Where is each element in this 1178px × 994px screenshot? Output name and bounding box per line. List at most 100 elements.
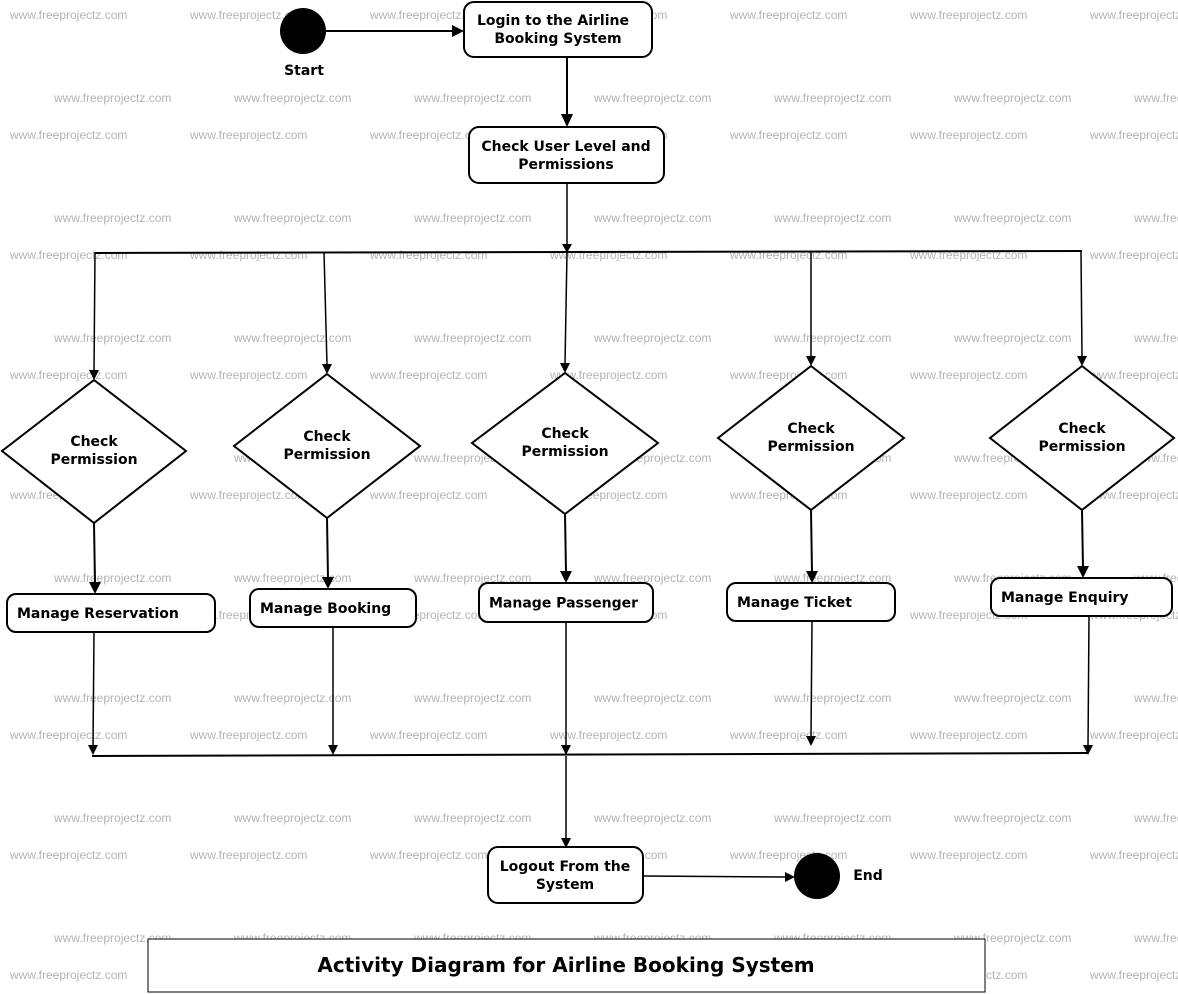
arrowhead <box>785 872 795 882</box>
decision-label-line2: Permission <box>521 444 608 460</box>
watermark-text: www.freeprojectz.com <box>593 691 711 705</box>
watermark-text: www.freeprojectz.com <box>909 848 1027 862</box>
edge-logout-end <box>643 875 787 878</box>
decision-label-line2: Permission <box>767 439 854 455</box>
watermark-text: www.freeprojectz.com <box>233 811 351 825</box>
activity-manage-enquiry: Manage Enquiry <box>990 577 1173 617</box>
watermark-text: www.freeprojectz.com <box>53 331 171 345</box>
diagram-title-box: Activity Diagram for Airline Booking Sys… <box>147 938 986 993</box>
watermark-text: www.freeprojectz.com <box>909 8 1027 22</box>
activity-logout-line1: Logout From the <box>500 859 631 875</box>
watermark-text: www.freeprojectz.com <box>773 331 891 345</box>
watermark-text: www.freeprojectz.com <box>53 91 171 105</box>
activity-label: Manage Passenger <box>489 596 638 612</box>
watermark-text: www.freeprojectz.com <box>1133 211 1178 225</box>
watermark-text: www.freeprojectz.com <box>773 91 891 105</box>
watermark-text: www.freeprojectz.com <box>1133 931 1178 945</box>
start-node <box>280 8 326 54</box>
decision-label-line1: Check <box>1058 421 1106 437</box>
watermark-text: www.freeprojectz.com <box>9 8 127 22</box>
watermark-text: www.freeprojectz.com <box>53 211 171 225</box>
watermark-text: www.freeprojectz.com <box>593 91 711 105</box>
watermark-text: www.freeprojectz.com <box>729 8 847 22</box>
watermark-text: www.freeprojectz.com <box>593 211 711 225</box>
watermark-text: www.freeprojectz.com <box>53 571 171 585</box>
arrowhead <box>806 356 816 366</box>
watermark-text: www.freeprojectz.com <box>369 488 487 502</box>
watermark-text: www.freeprojectz.com <box>53 691 171 705</box>
arrowhead <box>561 745 571 755</box>
watermark-text: www.freeprojectz.com <box>189 368 307 382</box>
watermark-text: www.freeprojectz.com <box>909 248 1027 262</box>
watermark-text: www.freeprojectz.com <box>189 848 307 862</box>
watermark-text: www.freeprojectz.com <box>1133 811 1178 825</box>
watermark-text: www.freeprojectz.com <box>413 91 531 105</box>
watermark-text: www.freeprojectz.com <box>1089 848 1178 862</box>
branch-1: Check Permission Manage Reservation <box>0 251 216 755</box>
branch-2: Check Permission Manage Booking <box>232 251 422 755</box>
activity-manage-passenger: Manage Passenger <box>478 582 654 623</box>
watermark-text: www.freeprojectz.com <box>1133 691 1178 705</box>
join-bar <box>91 752 1089 757</box>
watermark-text: www.freeprojectz.com <box>189 728 307 742</box>
branch-3: Check Permission Manage Passenger <box>470 251 660 755</box>
edge-module-join <box>92 632 95 748</box>
edge-decision-module <box>564 513 567 574</box>
watermark-text: www.freeprojectz.com <box>1133 331 1178 345</box>
edge-decision-module <box>810 509 813 574</box>
arrowhead <box>561 114 573 127</box>
watermark-text: www.freeprojectz.com <box>413 331 531 345</box>
watermark-text: www.freeprojectz.com <box>909 488 1027 502</box>
diagram-title: Activity Diagram for Airline Booking Sys… <box>317 953 814 977</box>
activity-manage-reservation: Manage Reservation <box>6 593 216 633</box>
watermark-text: www.freeprojectz.com <box>729 248 847 262</box>
watermark-text: www.freeprojectz.com <box>413 811 531 825</box>
watermark-text: www.freeprojectz.com <box>773 811 891 825</box>
watermark-text: www.freeprojectz.com <box>729 128 847 142</box>
end-label: End <box>853 868 883 884</box>
watermark-text: www.freeprojectz.com <box>413 691 531 705</box>
watermark-text: www.freeprojectz.com <box>593 331 711 345</box>
arrowhead <box>328 745 338 755</box>
watermark-text: www.freeprojectz.com <box>369 248 487 262</box>
watermark-text: www.freeprojectz.com <box>369 848 487 862</box>
watermark-text: www.freeprojectz.com <box>9 848 127 862</box>
decision-label-line1: Check <box>541 426 589 442</box>
watermark-text: www.freeprojectz.com <box>953 211 1071 225</box>
activity-manage-ticket: Manage Ticket <box>726 582 896 622</box>
decision-label-line1: Check <box>303 429 351 445</box>
branch-5: Check Permission Manage Enquiry <box>988 251 1176 755</box>
watermark-text: www.freeprojectz.com <box>1089 728 1178 742</box>
activity-check-line1: Check User Level and <box>481 139 650 155</box>
watermark-text: www.freeprojectz.com <box>233 211 351 225</box>
activity-login-line2: Booking System <box>494 31 621 47</box>
watermark-text: www.freeprojectz.com <box>953 811 1071 825</box>
watermark-text: www.freeprojectz.com <box>233 331 351 345</box>
decision-label-line1: Check <box>787 421 835 437</box>
decision-label-line2: Permission <box>50 452 137 468</box>
edge-module-join <box>810 621 813 739</box>
watermark-text: www.freeprojectz.com <box>189 128 307 142</box>
arrowhead <box>322 364 332 374</box>
watermark-text: www.freeprojectz.com <box>953 691 1071 705</box>
watermark-text: www.freeprojectz.com <box>1089 968 1178 982</box>
watermark-text: www.freeprojectz.com <box>1089 368 1178 382</box>
edge-fork-decision <box>1080 251 1083 358</box>
watermark-text: www.freeprojectz.com <box>773 691 891 705</box>
watermark-text: www.freeprojectz.com <box>1089 248 1178 262</box>
edge-fork-decision <box>564 251 568 365</box>
watermark-text: www.freeprojectz.com <box>549 728 667 742</box>
start-label: Start <box>284 63 324 79</box>
watermark-text: www.freeprojectz.com <box>9 248 127 262</box>
activity-label: Manage Enquiry <box>1001 590 1129 606</box>
watermark-text: www.freeprojectz.com <box>9 728 127 742</box>
watermark-text: www.freeprojectz.com <box>9 368 127 382</box>
watermark-text: www.freeprojectz.com <box>909 368 1027 382</box>
activity-login-line1: Login to the Airline <box>477 13 629 29</box>
watermark-text: www.freeprojectz.com <box>233 91 351 105</box>
activity-label: Manage Booking <box>260 601 391 617</box>
activity-label: Manage Reservation <box>17 606 179 622</box>
decision-label-line2: Permission <box>1038 439 1125 455</box>
edge-fork-decision <box>323 251 328 366</box>
edge-fork-decision <box>93 251 96 372</box>
